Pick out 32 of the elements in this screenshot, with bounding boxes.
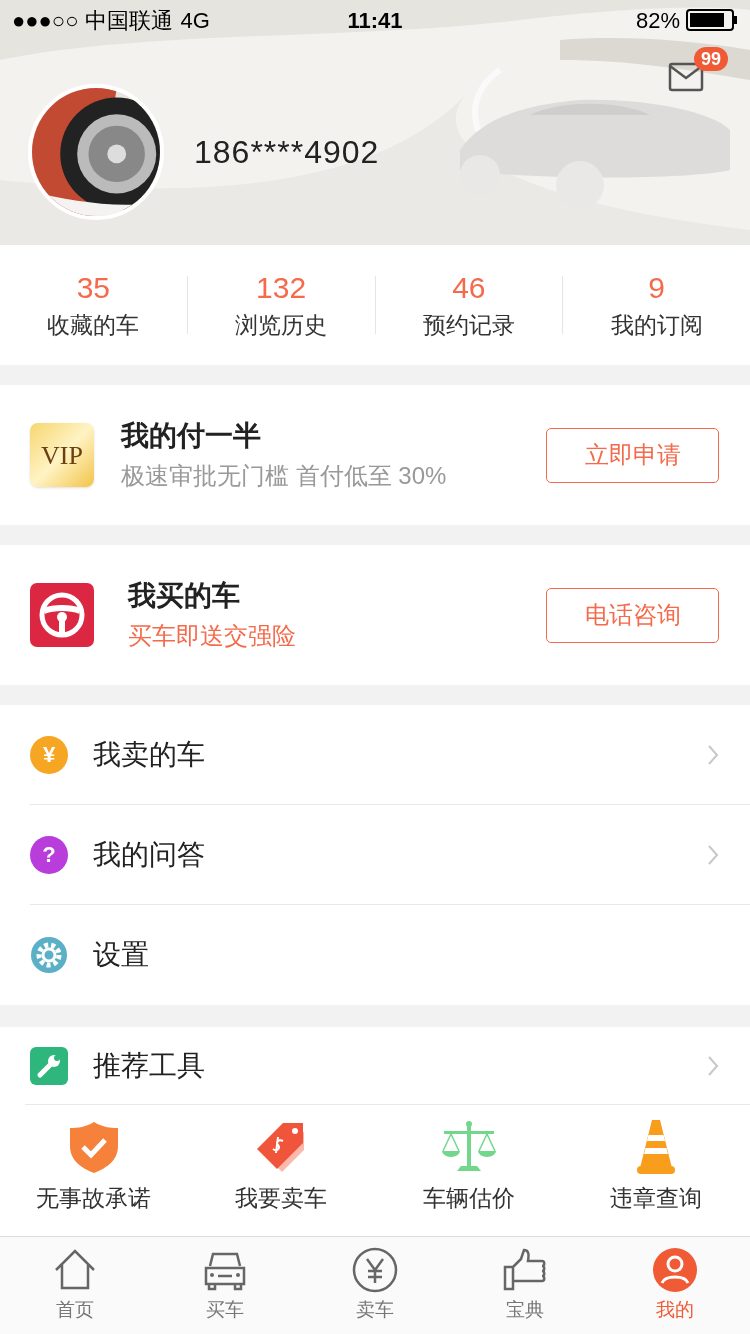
steering-wheel-icon	[30, 583, 94, 647]
menu-label: 我卖的车	[93, 737, 206, 772]
tool-item[interactable]: 违章查询	[562, 1117, 750, 1213]
menu-item[interactable]: ¥ 我卖的车	[30, 705, 750, 805]
vip-icon: VIP	[30, 423, 94, 487]
tab[interactable]: 宝典	[450, 1237, 600, 1334]
question-icon: ?	[30, 835, 68, 874]
tool-item[interactable]: 无事故承诺	[0, 1117, 188, 1213]
stat-item[interactable]: 46 预约记录	[375, 270, 563, 340]
promo-title: 我买的车	[128, 579, 241, 613]
menu-item[interactable]: ? 我的问答	[30, 805, 750, 905]
tab[interactable]: 卖车	[300, 1237, 450, 1334]
menu-label: 设置	[93, 938, 150, 972]
tools-title: 推荐工具	[93, 1048, 206, 1083]
tool-item[interactable]: 我要卖车	[187, 1117, 375, 1213]
promo-subtitle: 极速审批无门槛 首付低至 30%	[121, 461, 448, 491]
menu-label: 我的问答	[93, 837, 206, 872]
yuan-icon	[352, 1247, 398, 1294]
tab[interactable]: 买车	[150, 1237, 300, 1334]
traffic-cone-icon	[636, 1118, 677, 1176]
wrench-icon	[30, 1046, 68, 1085]
user-icon	[652, 1247, 698, 1294]
stat-item[interactable]: 132 浏览历史	[187, 270, 375, 340]
promo-title: 我的付一半	[121, 419, 262, 453]
tool-item[interactable]: 车辆估价	[375, 1117, 563, 1213]
tools-header[interactable]: 推荐工具	[25, 1027, 750, 1105]
stat-item[interactable]: 35 收藏的车	[0, 270, 187, 340]
promo-subtitle: 买车即送交强险	[128, 621, 297, 651]
yuan-icon: ¥	[30, 735, 68, 774]
stat-item[interactable]: 9 我的订阅	[563, 270, 750, 340]
tab[interactable]: 首页	[0, 1237, 150, 1334]
menu-item[interactable]: 设置	[30, 905, 750, 1005]
